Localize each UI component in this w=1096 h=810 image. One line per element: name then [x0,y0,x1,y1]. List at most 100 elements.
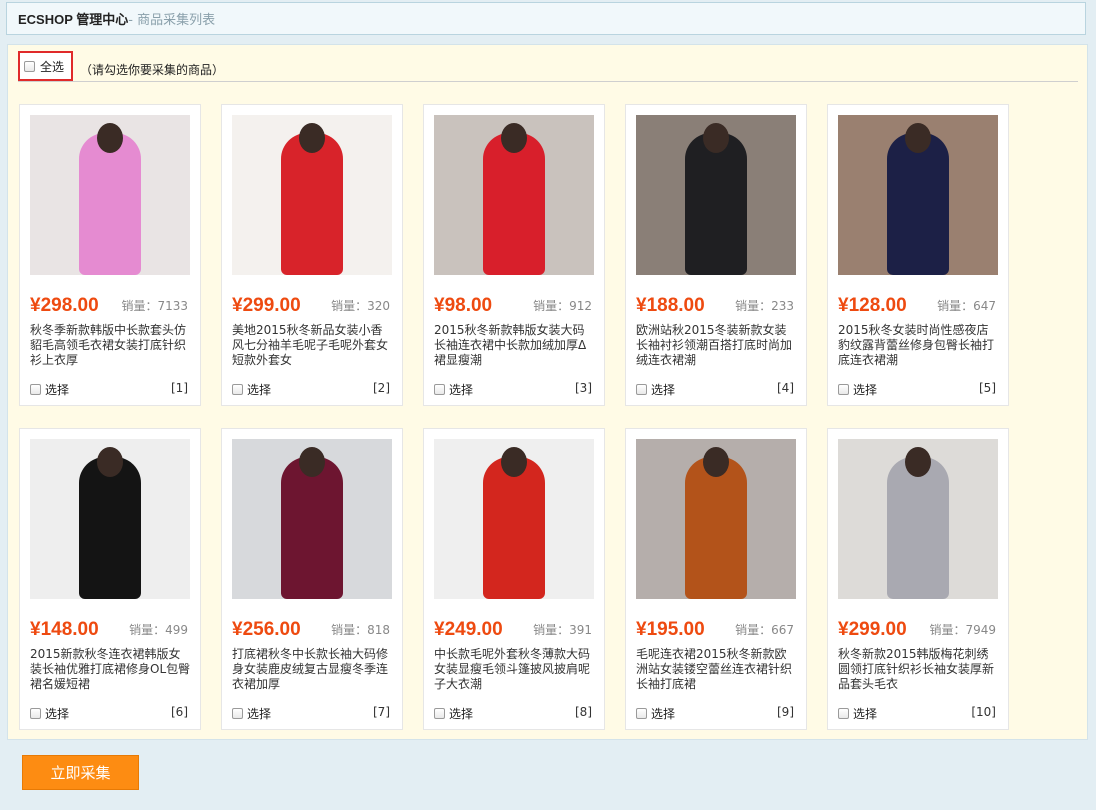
product-checkbox[interactable] [232,708,243,719]
product-index: [9] [777,705,794,719]
product-image[interactable] [30,115,190,275]
product-sales: 销量：667 [735,621,794,638]
model-head [299,447,325,477]
product-card: ¥188.00 销量：233 欧洲站秋2015冬装新款女装长袖衬衫领潮百搭打底时尚加… [625,104,807,406]
product-select[interactable]: 选择 [636,705,675,722]
product-sales: 销量：912 [533,297,592,314]
product-card: ¥256.00 销量：818 打底裙秋冬中长款长袖大码修身女装鹿皮绒复古显瘦冬季连衣… [221,428,403,730]
product-checkbox[interactable] [434,708,445,719]
product-figure [483,133,545,275]
sales-count: 818 [367,623,390,637]
product-checkbox[interactable] [232,384,243,395]
product-image[interactable] [838,115,998,275]
product-title[interactable]: 中长款毛呢外套秋冬薄款大码女装显瘦毛领斗篷披风披肩呢子大衣潮 [434,647,596,695]
product-title[interactable]: 美地2015秋冬新品女装小香风七分袖羊毛呢子毛呢外套女短款外套女 [232,323,394,371]
product-title[interactable]: 打底裙秋冬中长款长袖大码修身女装鹿皮绒复古显瘦冬季连衣裙加厚 [232,647,394,695]
product-index: [1] [171,381,188,395]
select-all-checkbox[interactable] [24,60,35,72]
sales-count: 667 [771,623,794,637]
product-sales: 销量：499 [129,621,188,638]
product-title[interactable]: 2015新款秋冬连衣裙韩版女装长袖优雅打底裙修身OL包臀裙名媛短裙 [30,647,192,695]
product-image[interactable] [636,439,796,599]
product-image[interactable] [30,439,190,599]
product-figure [281,133,343,275]
product-checkbox[interactable] [838,708,849,719]
product-select[interactable]: 选择 [434,381,473,398]
product-select-label[interactable]: 选择 [45,381,69,398]
product-title[interactable]: 2015秋冬新款韩版女装大码长袖连衣裙中长款加绒加厚Δ裙显瘦潮 [434,323,596,371]
product-select-label[interactable]: 选择 [247,381,271,398]
product-select[interactable]: 选择 [636,381,675,398]
product-price: ¥256.00 [232,619,301,640]
product-title[interactable]: 秋冬新款2015韩版梅花刺绣圆领打底针织衫长袖女装厚新品套头毛衣 [838,647,1000,695]
sales-label: 销量： [937,299,974,313]
select-hint: （请勾选你要采集的商品） [80,63,225,77]
product-sales: 销量：818 [331,621,390,638]
product-checkbox[interactable] [636,708,647,719]
product-sales: 销量：647 [937,297,996,314]
product-index: [2] [373,381,390,395]
collect-now-button[interactable]: 立即采集 [22,755,139,790]
product-index: [5] [979,381,996,395]
product-figure [483,457,545,599]
model-head [97,123,123,153]
product-figure [281,457,343,599]
product-image[interactable] [232,439,392,599]
product-card: ¥148.00 销量：499 2015新款秋冬连衣裙韩版女装长袖优雅打底裙修身OL包… [19,428,201,730]
sales-count: 912 [569,299,592,313]
sales-label: 销量： [331,299,368,313]
product-price: ¥148.00 [30,619,99,640]
product-select[interactable]: 选择 [232,381,271,398]
select-all-control[interactable]: 全选 [18,51,73,81]
product-select-label[interactable]: 选择 [247,705,271,722]
product-select-label[interactable]: 选择 [651,705,675,722]
sales-count: 499 [165,623,188,637]
product-select-label[interactable]: 选择 [449,705,473,722]
product-figure [685,457,747,599]
product-price: ¥128.00 [838,295,907,316]
product-title[interactable]: 秋冬季新款韩版中长款套头仿貂毛高领毛衣裙女装打底针织衫上衣厚 [30,323,192,371]
product-figure [685,133,747,275]
product-figure [79,457,141,599]
product-select-label[interactable]: 选择 [853,705,877,722]
product-checkbox[interactable] [434,384,445,395]
product-index: [10] [971,705,996,719]
product-checkbox[interactable] [30,708,41,719]
product-select[interactable]: 选择 [434,705,473,722]
product-select[interactable]: 选择 [838,705,877,722]
product-image[interactable] [434,115,594,275]
product-image[interactable] [636,115,796,275]
model-head [703,447,729,477]
product-price: ¥98.00 [434,295,493,316]
product-price: ¥298.00 [30,295,99,316]
select-all-label[interactable]: 全选 [40,58,64,75]
sales-label: 销量： [121,299,158,313]
product-checkbox[interactable] [838,384,849,395]
product-price: ¥249.00 [434,619,503,640]
product-title[interactable]: 欧洲站秋2015冬装新款女装长袖衬衫领潮百搭打底时尚加绒连衣裙潮 [636,323,798,371]
divider [18,81,1078,82]
product-checkbox[interactable] [30,384,41,395]
product-sales: 销量：7949 [929,621,996,638]
product-image[interactable] [838,439,998,599]
page-header: ECSHOP 管理中心 - 商品采集列表 [6,2,1086,35]
product-image[interactable] [232,115,392,275]
product-select-label[interactable]: 选择 [449,381,473,398]
product-select-label[interactable]: 选择 [853,381,877,398]
sales-label: 销量： [929,623,966,637]
product-select[interactable]: 选择 [838,381,877,398]
product-title[interactable]: 2015秋冬女装时尚性感夜店豹纹露背蕾丝修身包臀长袖打底连衣裙潮 [838,323,1000,371]
product-card: ¥299.00 销量：7949 秋冬新款2015韩版梅花刺绣圆领打底针织衫长袖女装厚… [827,428,1009,730]
sales-label: 销量： [735,623,772,637]
product-image[interactable] [434,439,594,599]
product-index: [8] [575,705,592,719]
product-sales: 销量：391 [533,621,592,638]
product-select[interactable]: 选择 [30,705,69,722]
product-title[interactable]: 毛呢连衣裙2015秋冬新款欧洲站女装镂空蕾丝连衣裙针织长袖打底裙 [636,647,798,695]
product-select-label[interactable]: 选择 [45,705,69,722]
product-checkbox[interactable] [636,384,647,395]
product-select-label[interactable]: 选择 [651,381,675,398]
product-select[interactable]: 选择 [232,705,271,722]
product-select[interactable]: 选择 [30,381,69,398]
product-list-panel: 全选 （请勾选你要采集的商品） ¥298.00 销量：7133 秋冬季新款韩版中长款… [7,44,1088,740]
